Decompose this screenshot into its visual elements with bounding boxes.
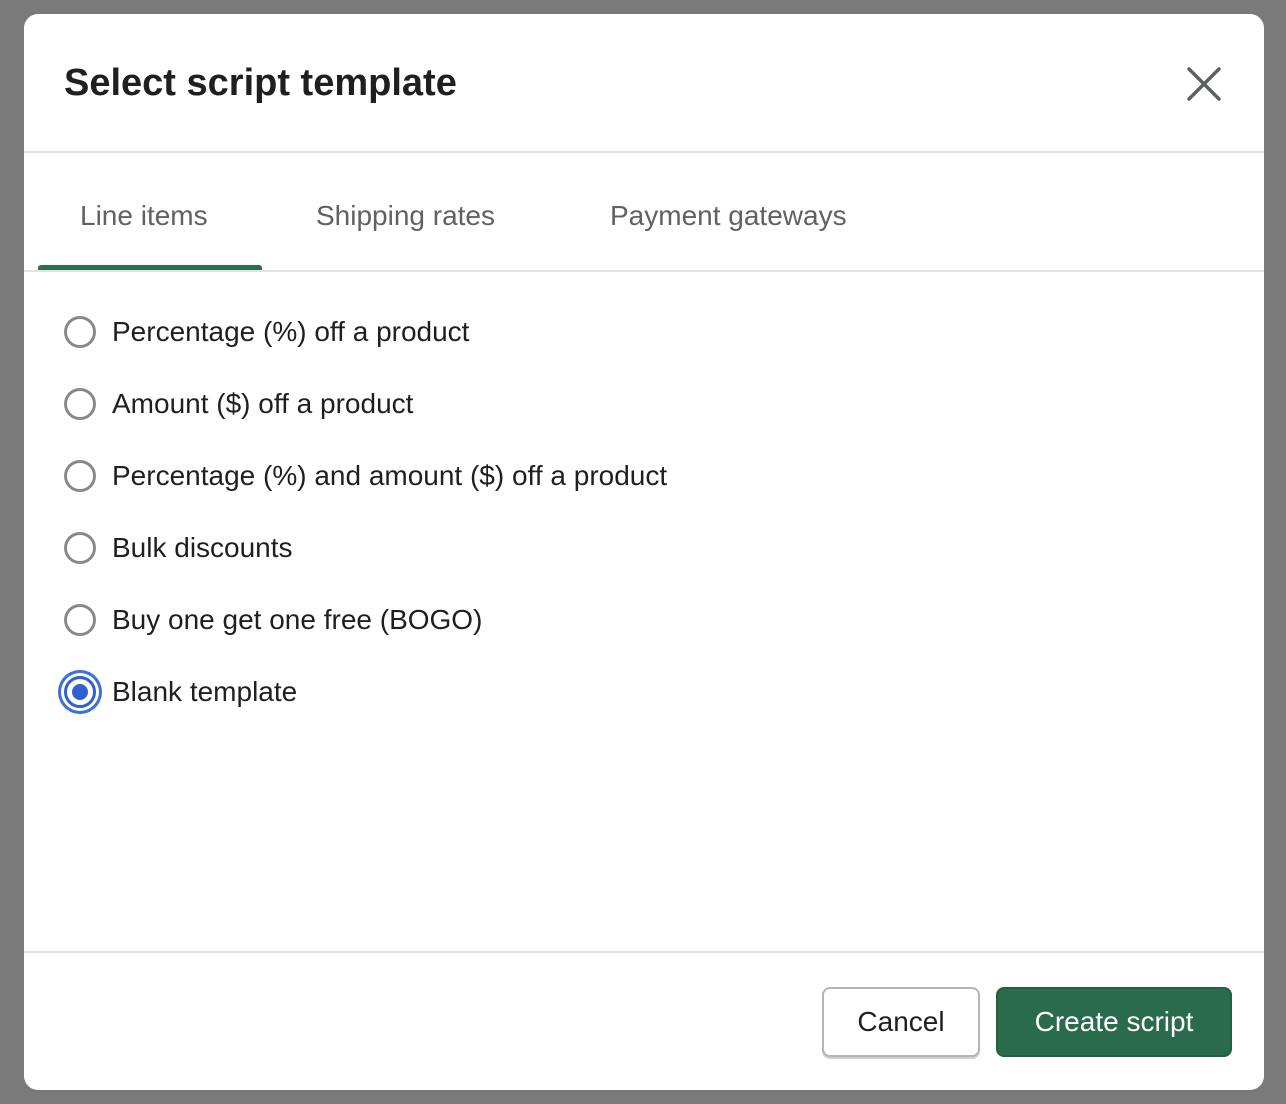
option-label: Percentage (%) off a product [112, 316, 470, 347]
option-percentage-and-amount-off[interactable]: Percentage (%) and amount ($) off a prod… [64, 456, 667, 496]
radio-button[interactable] [64, 460, 96, 492]
tab-shipping-rates[interactable]: Shipping rates [286, 153, 556, 270]
option-bulk-discounts[interactable]: Bulk discounts [64, 528, 293, 568]
template-tabs: Line items Shipping rates Payment gatewa… [24, 153, 1264, 272]
close-button[interactable] [1176, 56, 1232, 112]
tab-payment-gateways[interactable]: Payment gateways [580, 153, 890, 270]
radio-button[interactable] [64, 604, 96, 636]
dialog-footer: Cancel Create script [24, 951, 1264, 1090]
tab-label: Line items [80, 200, 208, 231]
radio-button-selected[interactable] [64, 676, 96, 708]
close-icon [1187, 67, 1221, 101]
option-label: Bulk discounts [112, 532, 293, 563]
dialog-title: Select script template [64, 62, 457, 104]
dialog-header: Select script template [24, 14, 1264, 153]
active-tab-indicator [38, 265, 262, 270]
option-percentage-off[interactable]: Percentage (%) off a product [64, 312, 469, 352]
option-label: Amount ($) off a product [112, 388, 414, 419]
radio-button[interactable] [64, 532, 96, 564]
cancel-button[interactable]: Cancel [822, 987, 980, 1057]
select-template-dialog: Select script template Line items Shippi… [24, 14, 1264, 1090]
radio-button[interactable] [64, 388, 96, 420]
option-label: Blank template [112, 676, 298, 707]
option-bogo[interactable]: Buy one get one free (BOGO) [64, 600, 482, 640]
radio-button[interactable] [64, 316, 96, 348]
option-amount-off[interactable]: Amount ($) off a product [64, 384, 413, 424]
option-label: Buy one get one free (BOGO) [112, 604, 483, 635]
tab-line-items[interactable]: Line items [38, 153, 262, 270]
create-script-button[interactable]: Create script [996, 987, 1232, 1057]
tab-label: Shipping rates [316, 200, 496, 231]
tab-label: Payment gateways [610, 200, 847, 231]
option-blank-template[interactable]: Blank template [64, 672, 297, 712]
option-label: Percentage (%) and amount ($) off a prod… [112, 460, 668, 491]
